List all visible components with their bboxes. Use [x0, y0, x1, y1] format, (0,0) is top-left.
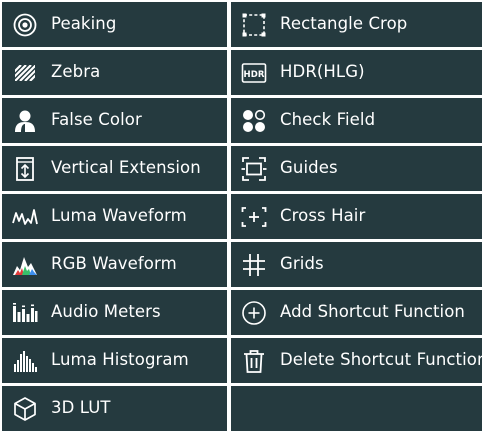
false-color-button[interactable]: False Color	[2, 98, 227, 143]
luma-histogram-button[interactable]: Luma Histogram	[2, 338, 227, 383]
grids-icon	[241, 252, 267, 278]
add-shortcut-function-button[interactable]: Add Shortcut Function	[231, 290, 482, 335]
3d-lut-button[interactable]: 3D LUT	[2, 386, 227, 431]
luma-waveform-label: Luma Waveform	[51, 206, 187, 226]
3d-lut-icon	[12, 396, 38, 422]
hdr-icon: HDR	[241, 60, 267, 86]
grids-button[interactable]: Grids	[231, 242, 482, 287]
luma-waveform-button[interactable]: Luma Waveform	[2, 194, 227, 239]
zebra-button[interactable]: Zebra	[2, 50, 227, 95]
vertical-extension-label: Vertical Extension	[51, 158, 201, 178]
rectangle-crop-button[interactable]: Rectangle Crop	[231, 2, 482, 47]
vertical-extension-icon	[12, 156, 38, 182]
guides-label: Guides	[280, 158, 338, 178]
cross-hair-button[interactable]: Cross Hair	[231, 194, 482, 239]
monitor-function-menu: Peaking Rectangle Crop Zebra HDR HDR(HLG…	[2, 2, 482, 431]
check-field-icon	[241, 108, 267, 134]
add-icon	[241, 300, 267, 326]
rgb-waveform-icon	[12, 252, 38, 278]
delete-shortcut-function-button[interactable]: Delete Shortcut Function	[231, 338, 482, 383]
peaking-button[interactable]: Peaking	[2, 2, 227, 47]
cross-hair-icon	[241, 204, 267, 230]
empty-slot	[231, 386, 482, 431]
guides-icon	[241, 156, 267, 182]
vertical-extension-button[interactable]: Vertical Extension	[2, 146, 227, 191]
3d-lut-label: 3D LUT	[51, 398, 111, 418]
trash-icon	[241, 348, 267, 374]
zebra-icon	[12, 60, 38, 86]
rectangle-crop-label: Rectangle Crop	[280, 14, 408, 34]
grids-label: Grids	[280, 254, 324, 274]
add-shortcut-function-label: Add Shortcut Function	[280, 302, 465, 322]
peaking-label: Peaking	[51, 14, 117, 34]
check-field-label: Check Field	[280, 110, 376, 130]
hdr-hlg-label: HDR(HLG)	[280, 62, 365, 82]
rgb-waveform-label: RGB Waveform	[51, 254, 177, 274]
false-color-label: False Color	[51, 110, 142, 130]
luma-histogram-icon	[12, 348, 38, 374]
audio-meters-icon	[12, 300, 38, 326]
svg-text:HDR: HDR	[243, 70, 264, 80]
peaking-icon	[12, 12, 38, 38]
check-field-button[interactable]: Check Field	[231, 98, 482, 143]
hdr-hlg-button[interactable]: HDR HDR(HLG)	[231, 50, 482, 95]
delete-shortcut-function-label: Delete Shortcut Function	[280, 350, 482, 370]
luma-waveform-icon	[12, 204, 38, 230]
zebra-label: Zebra	[51, 62, 101, 82]
guides-button[interactable]: Guides	[231, 146, 482, 191]
cross-hair-label: Cross Hair	[280, 206, 366, 226]
luma-histogram-label: Luma Histogram	[51, 350, 189, 370]
audio-meters-label: Audio Meters	[51, 302, 161, 322]
rectangle-crop-icon	[241, 12, 267, 38]
rgb-waveform-button[interactable]: RGB Waveform	[2, 242, 227, 287]
audio-meters-button[interactable]: Audio Meters	[2, 290, 227, 335]
false-color-icon	[12, 108, 38, 134]
